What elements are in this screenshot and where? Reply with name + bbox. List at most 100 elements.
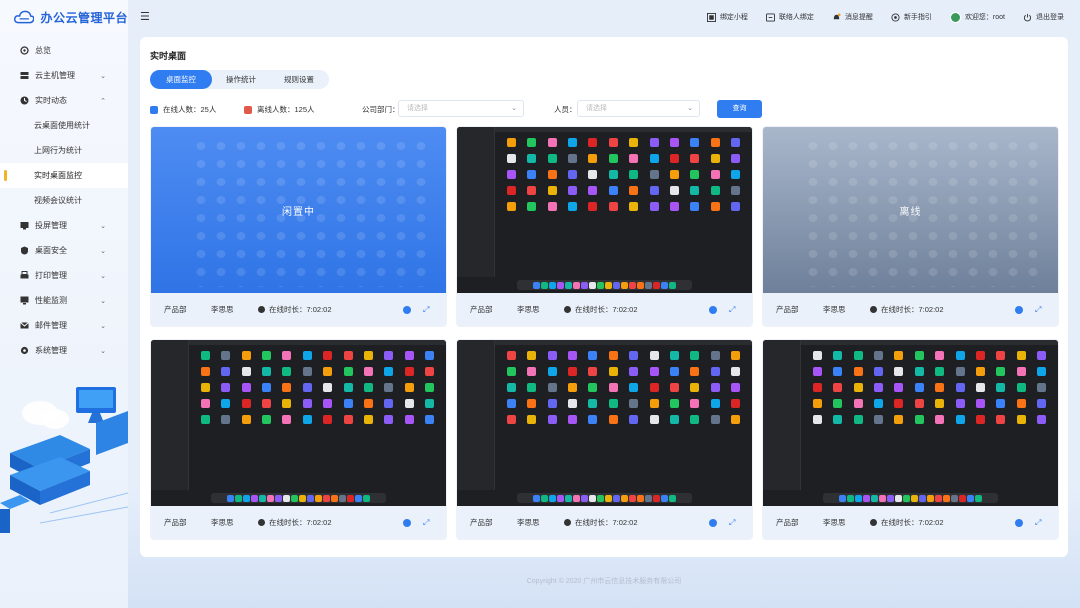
- chevron-down-icon: ⌄: [511, 105, 517, 112]
- logout-button[interactable]: 退出登录: [1023, 12, 1064, 22]
- sidebar-item-12[interactable]: 系统管理 ⌄: [0, 338, 128, 363]
- chevron-down-icon: ⌄: [100, 322, 106, 330]
- view-icon[interactable]: [1015, 518, 1023, 527]
- sidebar-item-label: 云桌面使用统计: [34, 121, 90, 130]
- clock-icon: [870, 306, 877, 313]
- chevron-up-icon: ⌃: [100, 97, 106, 105]
- filter-bar: 在线人数：25人 离线人数：125人 公司部门： 请选择 ⌄ 人员： 请选择 ⌄…: [150, 100, 1060, 118]
- server-icon: [20, 71, 29, 80]
- card-footer: 产品部 李思思 在线时长：7:02:02 ⤢: [151, 506, 446, 539]
- expand-icon[interactable]: ⤢: [423, 518, 429, 528]
- person-label: 人员：: [554, 105, 577, 114]
- sidebar-item-3[interactable]: 云桌面使用统计: [0, 113, 128, 138]
- sidebar-item-0[interactable]: 总览: [0, 38, 128, 63]
- desktop-screenshot[interactable]: [763, 340, 1058, 506]
- mac-menubar: [763, 340, 1058, 345]
- card-department: 产品部: [164, 305, 187, 314]
- desktop-card[interactable]: 产品部 李思思 在线时长：7:02:02 ⤢: [763, 340, 1058, 539]
- desktop-screenshot[interactable]: 闲置中: [151, 127, 446, 293]
- desktop-screenshot[interactable]: 离线: [763, 127, 1058, 293]
- desktop-screenshot[interactable]: [457, 127, 752, 293]
- logo[interactable]: 办公云管理平台: [0, 0, 128, 34]
- clock-icon: [258, 519, 265, 526]
- copyright: Copyright © 2020 广州市云信息技术服务有限公司: [526, 578, 682, 585]
- chevron-down-icon: ⌄: [100, 222, 106, 230]
- guide-button[interactable]: 新手指引: [891, 12, 932, 22]
- desktop-card[interactable]: 产品部 李思思 在线时长：7:02:02 ⤢: [457, 127, 752, 326]
- expand-icon[interactable]: ⤢: [1035, 305, 1041, 315]
- sidebar-item-label: 视频会议统计: [34, 196, 82, 205]
- expand-icon[interactable]: ⤢: [729, 305, 735, 315]
- dept-placeholder: 请选择: [407, 105, 428, 112]
- chevron-down-icon: ⌄: [100, 272, 106, 280]
- sidebar-item-label: 实时桌面监控: [34, 171, 82, 180]
- sidebar-item-6[interactable]: 视频会议统计: [0, 188, 128, 213]
- card-department: 产品部: [470, 518, 493, 527]
- desktop-card[interactable]: 离线 产品部 李思思 在线时长：7:02:02 ⤢: [763, 127, 1058, 326]
- sidebar-item-label: 实时动态: [35, 96, 67, 105]
- person-select[interactable]: 请选择 ⌄: [577, 100, 700, 117]
- app-icon-grid: [807, 348, 1052, 483]
- desktop-screenshot[interactable]: [151, 340, 446, 506]
- bind-miniprogram-label: 绑定小程: [719, 14, 748, 21]
- card-department: 产品部: [776, 518, 799, 527]
- card-department: 产品部: [164, 518, 187, 527]
- desktop-card[interactable]: 产品部 李思思 在线时长：7:02:02 ⤢: [151, 340, 446, 539]
- qrcode-icon: [706, 12, 716, 22]
- view-icon[interactable]: [403, 518, 411, 527]
- desktop-card[interactable]: 闲置中产品部 李思思 在线时长：7:02:02 ⤢: [151, 127, 446, 326]
- sidebar-item-7[interactable]: 投屏管理 ⌄: [0, 213, 128, 238]
- menu-toggle-icon[interactable]: ☰: [140, 10, 150, 23]
- tab-rule-settings[interactable]: 规则设置: [270, 70, 328, 89]
- sidebar-item-label: 桌面安全: [35, 246, 67, 255]
- sidebar-item-9[interactable]: 打印管理 ⌄: [0, 263, 128, 288]
- sidebar-item-2[interactable]: 实时动态 ⌃: [0, 88, 128, 113]
- sidebar-item-1[interactable]: 云主机管理 ⌄: [0, 63, 128, 88]
- clock-icon: [258, 306, 265, 313]
- person-placeholder: 请选择: [586, 105, 607, 112]
- online-time-label: 在线时长：7:02:02: [575, 305, 638, 314]
- finder-sidebar: [457, 340, 495, 490]
- view-icon[interactable]: [1015, 305, 1023, 314]
- expand-icon[interactable]: ⤢: [423, 305, 429, 315]
- messages-button[interactable]: 消息提醒: [832, 12, 873, 22]
- card-user-name: 李思思: [211, 305, 234, 314]
- card-footer: 产品部 李思思 在线时长：7:02:02 ⤢: [457, 506, 752, 539]
- expand-icon[interactable]: ⤢: [729, 518, 735, 528]
- offline-count: 离线人数：125人: [244, 104, 315, 115]
- tab-operation-stats[interactable]: 操作统计: [212, 70, 270, 89]
- clock-icon: [564, 306, 571, 313]
- bind-miniprogram-button[interactable]: 绑定小程: [706, 12, 748, 22]
- bind-contact-button[interactable]: 联络人绑定: [765, 12, 814, 22]
- view-icon[interactable]: [709, 518, 717, 527]
- dept-label: 公司部门：: [362, 105, 400, 114]
- user-menu[interactable]: 欢迎您：root: [949, 11, 1005, 23]
- view-icon[interactable]: [403, 305, 411, 314]
- sidebar-item-8[interactable]: 桌面安全 ⌄: [0, 238, 128, 263]
- desktop-screenshot[interactable]: [457, 340, 752, 506]
- card-online-time: 在线时长：7:02:02: [258, 304, 332, 315]
- sidebar-item-label: 系统管理: [35, 346, 67, 355]
- card-department: 产品部: [776, 305, 799, 314]
- dept-select[interactable]: 请选择 ⌄: [398, 100, 524, 117]
- chevron-down-icon: ⌄: [100, 347, 106, 355]
- sidebar-item-10[interactable]: 性能监测 ⌄: [0, 288, 128, 313]
- cloud-logo-icon: [14, 10, 35, 24]
- guide-label: 新手指引: [903, 14, 932, 21]
- card-user-name: 李思思: [211, 518, 234, 527]
- page-title: 实时桌面: [150, 51, 187, 61]
- sidebar-item-5[interactable]: 实时桌面监控: [0, 163, 128, 188]
- sidebar-item-4[interactable]: 上网行为统计: [0, 138, 128, 163]
- sidebar-item-11[interactable]: 邮件管理 ⌄: [0, 313, 128, 338]
- bell-icon: [833, 12, 841, 19]
- expand-icon[interactable]: ⤢: [1035, 518, 1041, 528]
- view-icon[interactable]: [709, 305, 717, 314]
- query-button[interactable]: 查询: [717, 100, 762, 118]
- desktop-card[interactable]: 产品部 李思思 在线时长：7:02:02 ⤢: [457, 340, 752, 539]
- online-count: 在线人数：25人: [150, 104, 216, 115]
- card-user-name: 李思思: [517, 518, 540, 527]
- tab-desktop-monitor[interactable]: 桌面监控: [150, 70, 212, 89]
- card-online-time: 在线时长：7:02:02: [564, 517, 638, 528]
- printer-icon: [20, 271, 29, 280]
- card-footer: 产品部 李思思 在线时长：7:02:02 ⤢: [763, 293, 1058, 326]
